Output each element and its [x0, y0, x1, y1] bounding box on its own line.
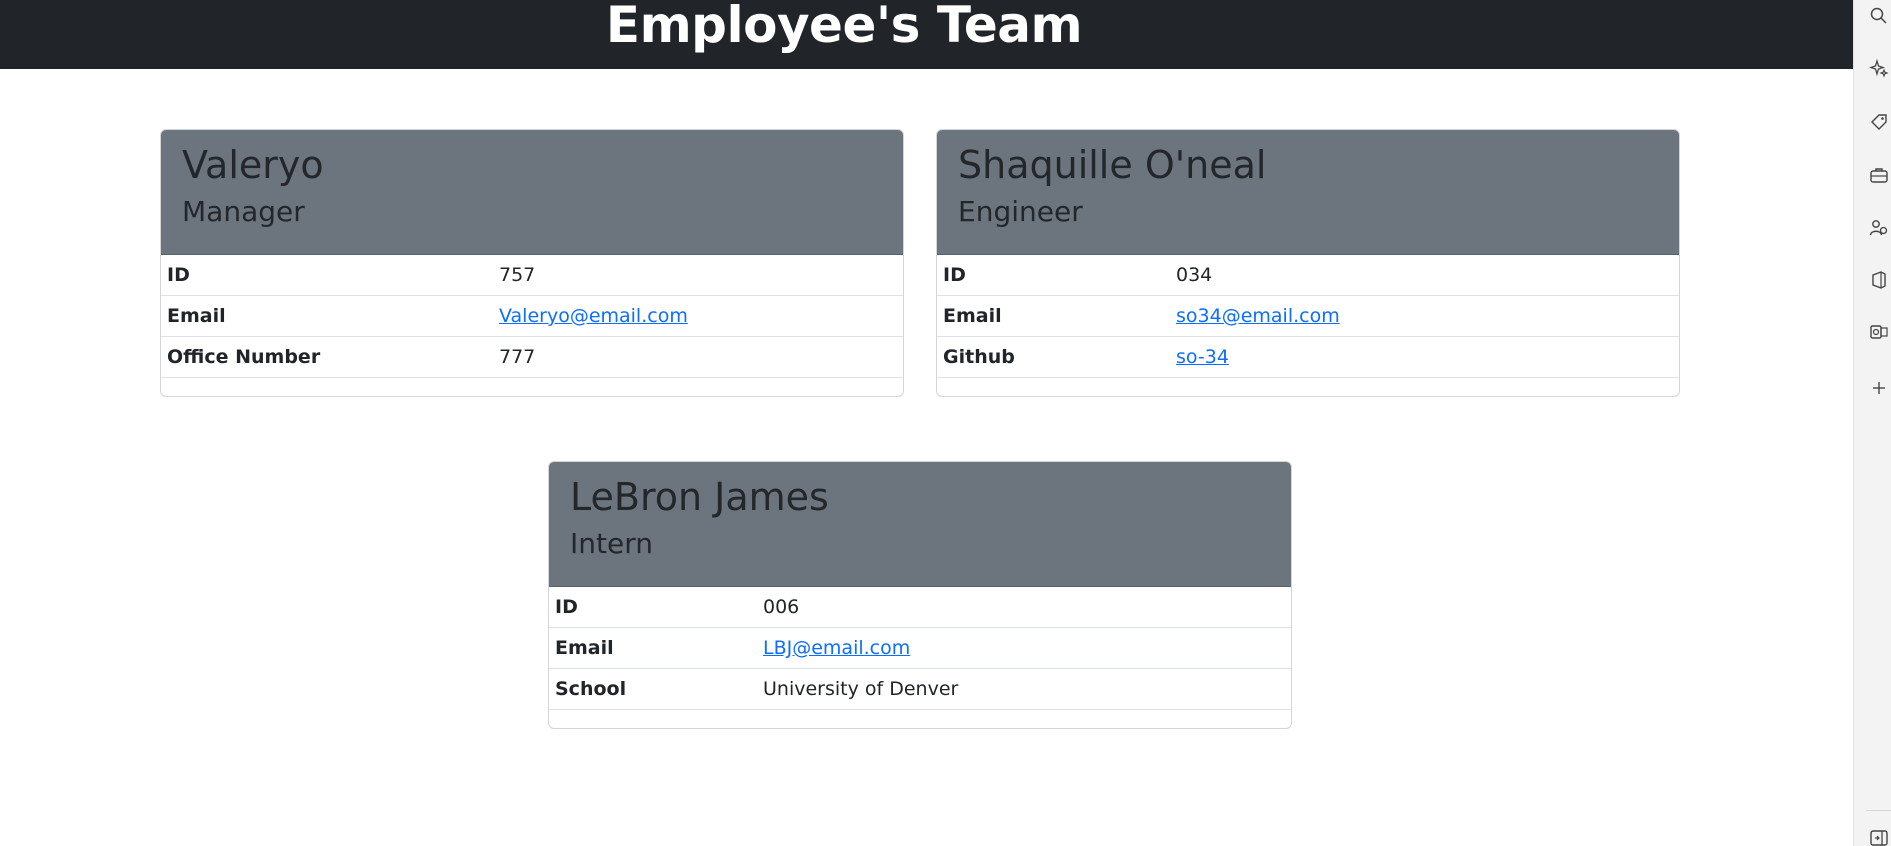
row-label: ID: [161, 255, 493, 296]
email-link[interactable]: Valeryo@email.com: [499, 305, 688, 327]
page: Employee's Team Valeryo Manager ID 757 E…: [0, 0, 1891, 846]
table-row: Email Valeryo@email.com: [161, 295, 903, 337]
employee-role: Intern: [570, 527, 653, 560]
plus-icon[interactable]: [1867, 376, 1891, 400]
row-value: so-34: [1170, 336, 1679, 378]
table-row: Email LBJ@email.com: [549, 627, 1291, 669]
employee-card-manager: Valeryo Manager ID 757 Email Valeryo@ema…: [160, 129, 904, 397]
table-row: ID 006: [549, 587, 1291, 628]
row-label: Office Number: [161, 336, 493, 378]
card-header: Valeryo Manager: [161, 130, 903, 255]
employee-card-engineer: Shaquille O'neal Engineer ID 034 Email s…: [936, 129, 1680, 397]
row-label: ID: [937, 255, 1170, 296]
card-header: LeBron James Intern: [549, 462, 1291, 587]
employee-name: Valeryo: [182, 143, 324, 187]
row-value: LBJ@email.com: [757, 627, 1291, 669]
row-label: ID: [549, 587, 757, 628]
row-label: Github: [937, 336, 1170, 378]
search-icon[interactable]: [1867, 4, 1891, 28]
row-label: School: [549, 668, 757, 710]
row-value: 757: [493, 255, 903, 296]
row-value: 777: [493, 336, 903, 378]
employee-name: Shaquille O'neal: [958, 143, 1267, 187]
sparkle-icon[interactable]: [1867, 57, 1891, 81]
table-row: Github so-34: [937, 336, 1679, 378]
page-title: Employee's Team: [605, 0, 1083, 54]
employee-card-intern: LeBron James Intern ID 006 Email LBJ@ema…: [548, 461, 1292, 729]
top-navbar: Employee's Team: [0, 0, 1853, 69]
employee-role: Manager: [182, 195, 305, 228]
employee-info-table: ID 034 Email so34@email.com Github so-34: [937, 255, 1679, 378]
office-icon[interactable]: [1867, 268, 1891, 292]
briefcase-icon[interactable]: [1867, 163, 1891, 187]
row-label: Email: [937, 295, 1170, 337]
people-icon[interactable]: [1867, 216, 1891, 240]
browser-viewport: Employee's Team Valeryo Manager ID 757 E…: [0, 0, 1853, 846]
email-link[interactable]: LBJ@email.com: [763, 637, 910, 659]
github-link[interactable]: so-34: [1176, 346, 1229, 368]
employee-info-table: ID 006 Email LBJ@email.com School Univer…: [549, 587, 1291, 710]
card-header: Shaquille O'neal Engineer: [937, 130, 1679, 255]
sidebar-divider: [1866, 810, 1891, 811]
table-row: Office Number 777: [161, 336, 903, 378]
employee-info-table: ID 757 Email Valeryo@email.com Office Nu…: [161, 255, 903, 378]
row-value: 034: [1170, 255, 1679, 296]
row-value: Valeryo@email.com: [493, 295, 903, 337]
employee-name: LeBron James: [570, 475, 829, 519]
employee-role: Engineer: [958, 195, 1083, 228]
browser-sidebar: [1853, 0, 1891, 846]
email-link[interactable]: so34@email.com: [1176, 305, 1340, 327]
row-value: 006: [757, 587, 1291, 628]
table-row: School University of Denver: [549, 668, 1291, 710]
row-label: Email: [161, 295, 493, 337]
row-value: University of Denver: [757, 668, 1291, 710]
sidebar-collapse-icon[interactable]: [1867, 826, 1891, 846]
outlook-icon[interactable]: [1867, 320, 1891, 344]
table-row: Email so34@email.com: [937, 295, 1679, 337]
row-label: Email: [549, 627, 757, 669]
tag-icon[interactable]: [1867, 110, 1891, 134]
row-value: so34@email.com: [1170, 295, 1679, 337]
table-row: ID 034: [937, 255, 1679, 296]
table-row: ID 757: [161, 255, 903, 296]
